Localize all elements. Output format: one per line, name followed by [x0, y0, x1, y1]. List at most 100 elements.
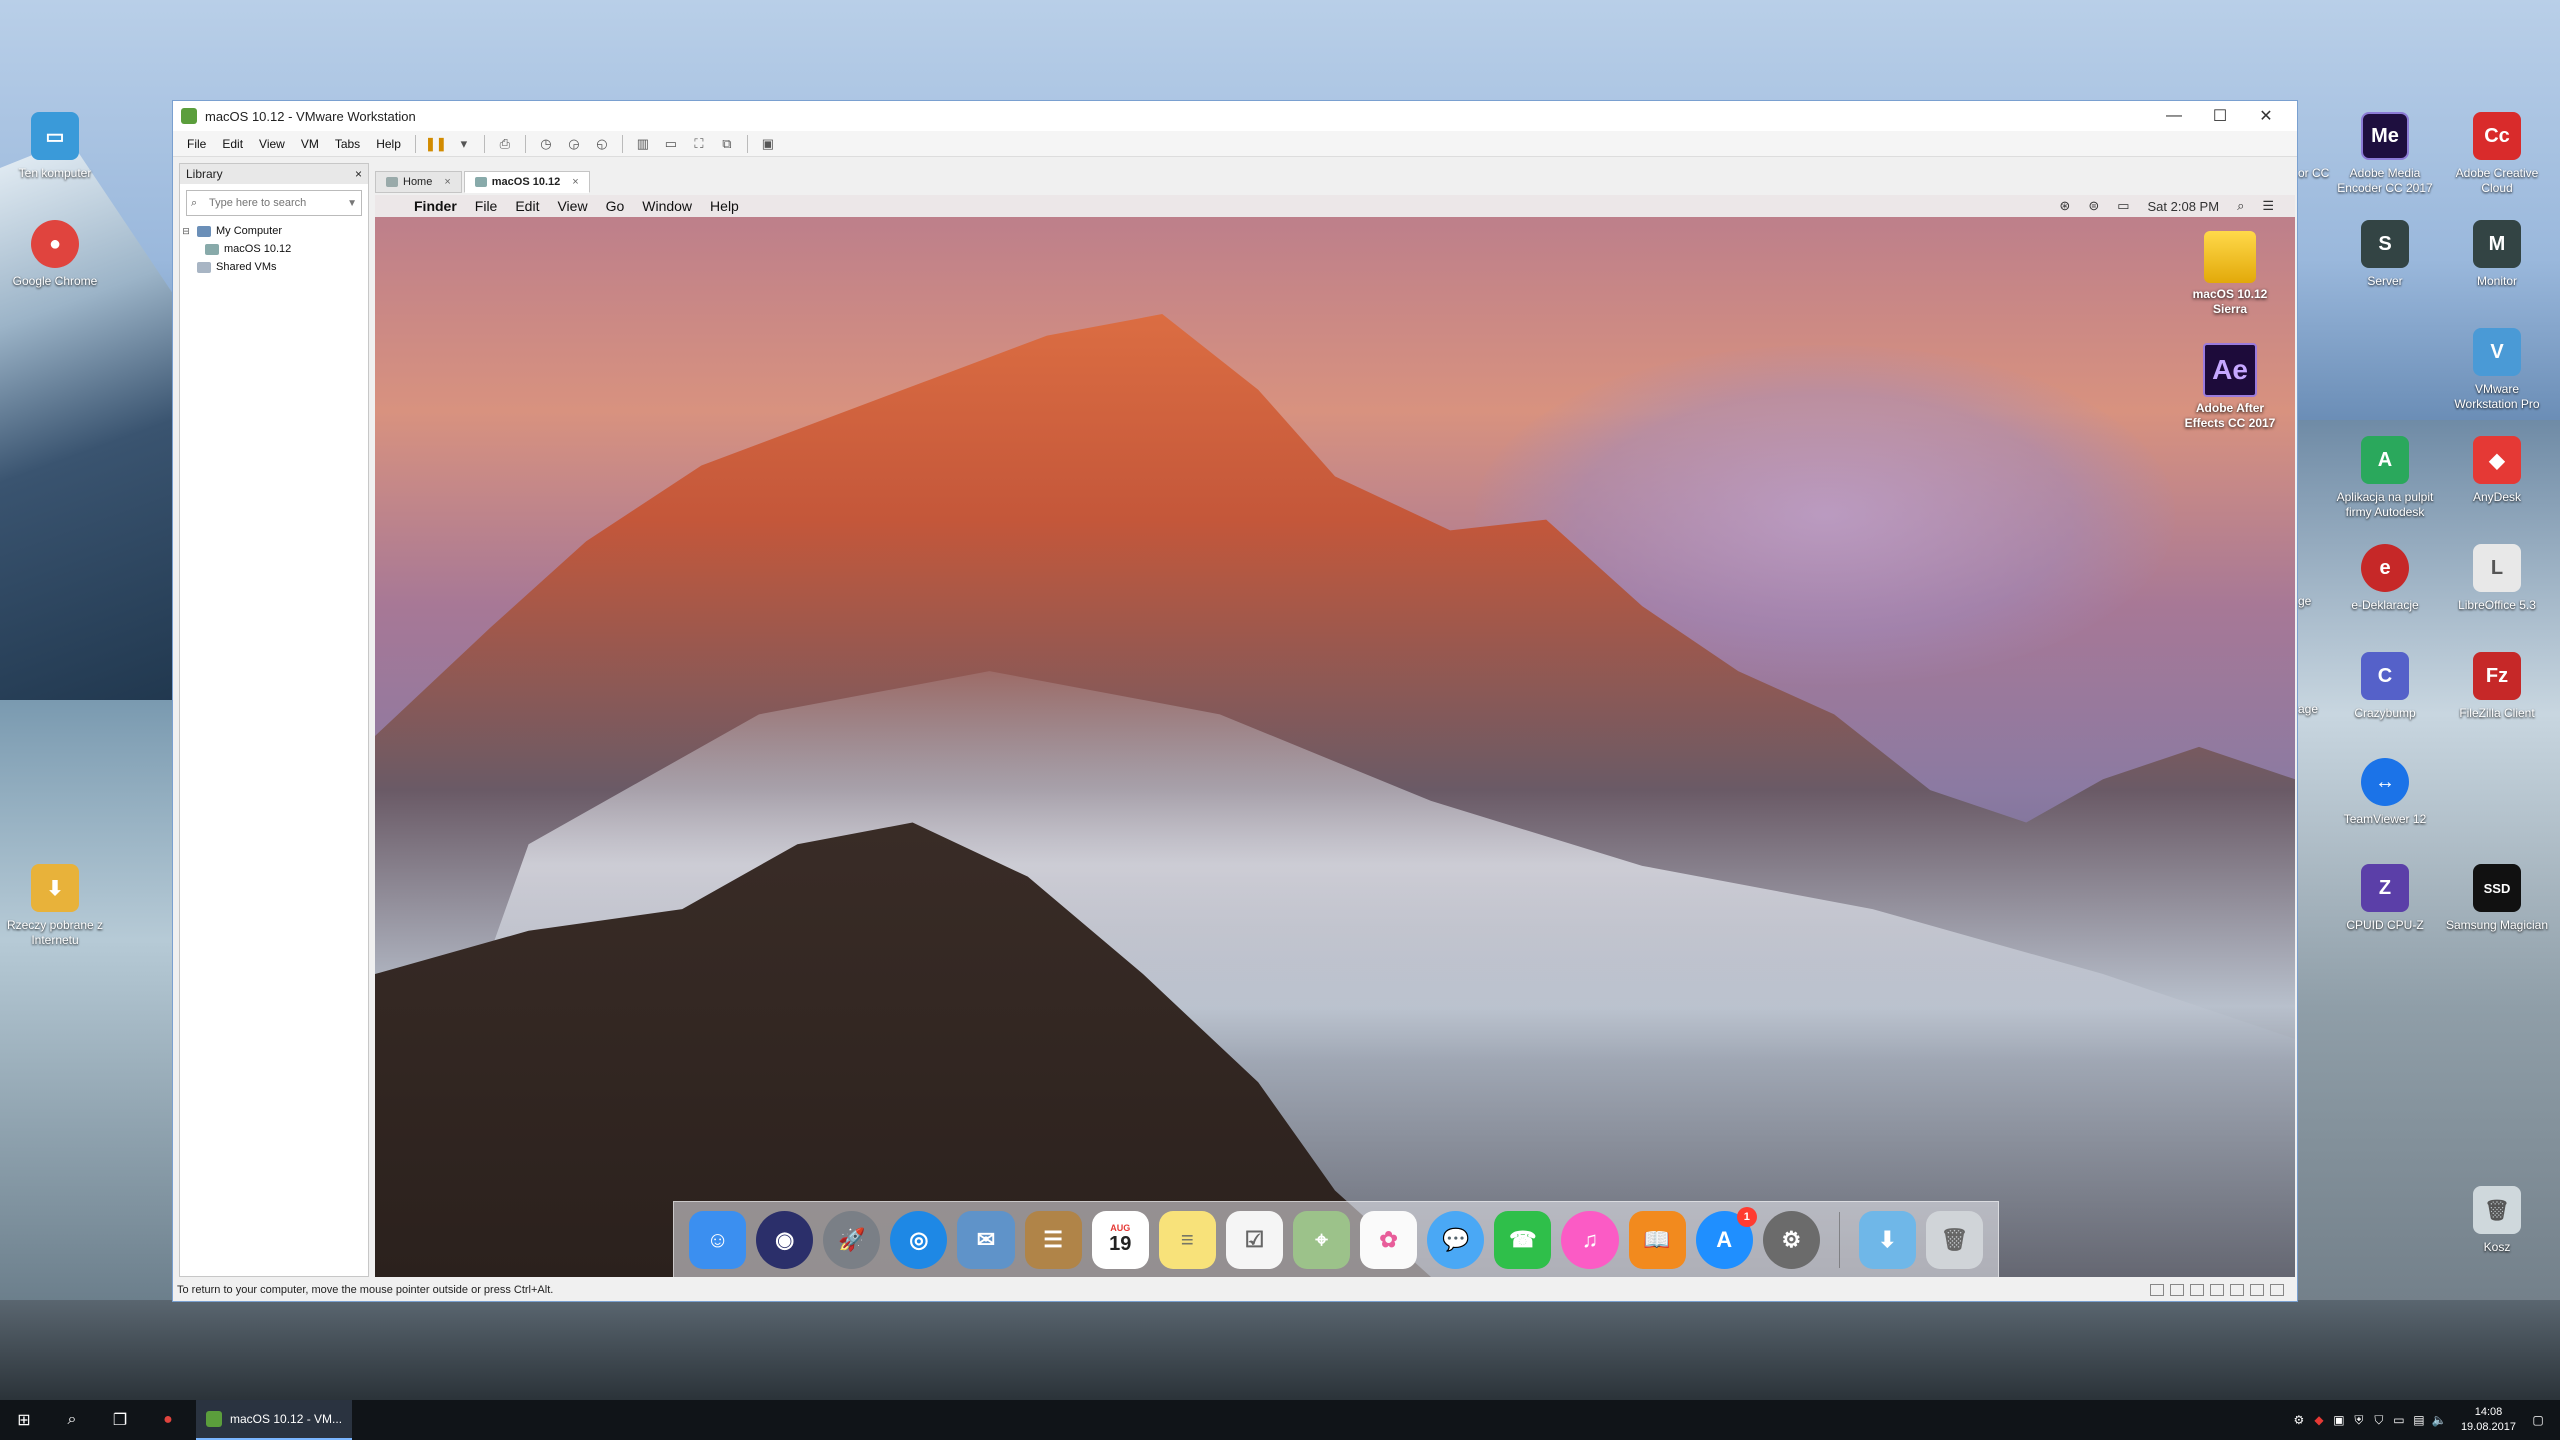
network-icon[interactable]: ▤: [2409, 1413, 2429, 1427]
desktop-icon-creative-cloud[interactable]: Cc Adobe Creative Cloud: [2442, 112, 2552, 196]
messages-icon[interactable]: 💬: [1427, 1210, 1485, 1269]
console-view-icon[interactable]: ▣: [757, 134, 779, 154]
windows-start-icon[interactable]: ⊞: [0, 1400, 48, 1440]
chrome-taskbar-icon[interactable]: ●: [144, 1400, 192, 1440]
notes-icon[interactable]: ≡: [1158, 1210, 1216, 1269]
library-search-input[interactable]: [209, 197, 329, 209]
mac-menu-help[interactable]: Help: [701, 198, 748, 214]
tree-item-shared-vms[interactable]: Shared VMs: [180, 258, 368, 276]
tab-home[interactable]: Home ×: [375, 171, 462, 193]
itunes-icon[interactable]: ♫: [1561, 1210, 1619, 1269]
downloads-stack-icon[interactable]: ⬇: [1858, 1210, 1916, 1269]
app-store-icon[interactable]: A 1: [1695, 1206, 1757, 1269]
tab-macos[interactable]: macOS 10.12 ×: [463, 171, 590, 193]
maximize-button[interactable]: ☐: [2197, 106, 2243, 126]
full-screen-icon[interactable]: ⛶: [688, 134, 710, 154]
photos-icon[interactable]: ✿: [1360, 1210, 1418, 1269]
finder-icon[interactable]: ☺: [689, 1210, 747, 1269]
desktop-icon-autodesk[interactable]: A Aplikacja na pulpit firmy Autodesk: [2330, 436, 2440, 520]
unity-icon[interactable]: ⧉: [716, 134, 738, 154]
trash-icon[interactable]: 🗑: [1925, 1210, 1984, 1269]
desktop-icon-e-deklaracje[interactable]: e e-Deklaracje: [2330, 544, 2440, 613]
safari-icon[interactable]: ◎: [890, 1210, 948, 1269]
desktop-icon-anydesk[interactable]: ◆ AnyDesk: [2442, 436, 2552, 505]
close-tab-icon[interactable]: ×: [572, 176, 578, 188]
airplay-icon[interactable]: ▭: [2108, 198, 2138, 214]
title-bar[interactable]: macOS 10.12 - VMware Workstation — ☐ ✕: [173, 101, 2297, 131]
mac-menu-finder[interactable]: Finder: [405, 198, 466, 214]
maps-icon[interactable]: ⌖: [1292, 1210, 1351, 1269]
usb-status-icon[interactable]: [2210, 1284, 2224, 1296]
desktop-icon-monitor[interactable]: M Monitor: [2442, 220, 2552, 289]
creative-cloud-menu-icon[interactable]: ⊛: [2050, 198, 2079, 214]
library-close-icon[interactable]: ×: [355, 167, 362, 181]
mac-menu-file[interactable]: File: [466, 198, 507, 214]
vmware-tools-icon[interactable]: ⊜: [2079, 198, 2108, 214]
tray-app-icon[interactable]: ⚙: [2289, 1413, 2309, 1427]
hard-disk-status-icon[interactable]: [2150, 1284, 2164, 1296]
mac-menu-go[interactable]: Go: [597, 198, 634, 214]
system-preferences-icon[interactable]: ⚙: [1762, 1210, 1820, 1269]
sound-status-icon[interactable]: [2230, 1284, 2244, 1296]
mail-icon[interactable]: ✉: [957, 1210, 1015, 1269]
tray-vmware-icon[interactable]: ▣: [2329, 1413, 2349, 1427]
siri-icon[interactable]: ◉: [756, 1210, 814, 1269]
tray-shield-icon[interactable]: ⛉: [2369, 1413, 2389, 1428]
minimize-button[interactable]: —: [2151, 107, 2197, 125]
desktop-icon-samsung-magician[interactable]: SSD Samsung Magician: [2442, 864, 2552, 933]
mac-desktop-icon-after-effects[interactable]: Ae Adobe After Effects CC 2017: [2175, 343, 2285, 431]
desktop-icon-libreoffice[interactable]: L LibreOffice 5.3: [2442, 544, 2552, 613]
menu-file[interactable]: File: [179, 137, 214, 151]
tray-security-icon[interactable]: ⛨: [2349, 1413, 2369, 1428]
tree-expander-icon[interactable]: ⊟: [180, 226, 192, 237]
network-status-icon[interactable]: [2190, 1284, 2204, 1296]
ibooks-icon[interactable]: 📖: [1628, 1210, 1686, 1269]
taskbar-vmware-app[interactable]: macOS 10.12 - VM...: [196, 1400, 353, 1440]
mac-desktop-icon-hdd[interactable]: macOS 10.12 Sierra: [2175, 231, 2285, 317]
mac-menu-edit[interactable]: Edit: [506, 198, 548, 214]
desktop-icon-chrome[interactable]: ● Google Chrome: [0, 220, 110, 289]
vm-console[interactable]: Finder File Edit View Go Window Help ⊛ ⊜…: [375, 195, 2295, 1277]
launchpad-icon[interactable]: 🚀: [823, 1210, 881, 1269]
desktop-icon-cpu-z[interactable]: Z CPUID CPU-Z: [2330, 864, 2440, 933]
mac-menu-window[interactable]: Window: [633, 198, 701, 214]
task-view-icon[interactable]: ❐: [96, 1400, 144, 1440]
tree-item-my-computer[interactable]: ⊟ My Computer: [180, 222, 368, 240]
search-icon[interactable]: ⌕: [48, 1400, 96, 1440]
desktop-icon-crazybump[interactable]: C Crazybump: [2330, 652, 2440, 721]
tree-item-macos[interactable]: macOS 10.12: [180, 240, 368, 258]
desktop-icon-server[interactable]: S Server: [2330, 220, 2440, 289]
send-keys-icon[interactable]: ⎙: [494, 134, 516, 154]
tray-anydesk-icon[interactable]: ◆: [2309, 1413, 2329, 1427]
desktop-icon-this-pc[interactable]: ▭ Ten komputer: [0, 112, 110, 181]
snapshot-icon[interactable]: ◷: [535, 134, 557, 154]
desktop-icon-vmware[interactable]: V VMware Workstation Pro: [2442, 328, 2552, 412]
display-status-icon[interactable]: [2250, 1284, 2264, 1296]
tray-app-icon[interactable]: ▭: [2389, 1413, 2409, 1427]
message-log-icon[interactable]: [2270, 1284, 2284, 1296]
chevron-down-icon[interactable]: ▼: [347, 198, 357, 209]
chevron-down-icon[interactable]: ▾: [453, 134, 475, 154]
spotlight-icon[interactable]: ⌕: [2228, 198, 2253, 214]
mac-clock[interactable]: Sat 2:08 PM: [2139, 199, 2229, 214]
desktop-icon-downloads[interactable]: ⬇ Rzeczy pobrane z Internetu: [0, 864, 110, 948]
contacts-icon[interactable]: ☰: [1024, 1210, 1082, 1269]
facetime-icon[interactable]: ☎: [1494, 1210, 1552, 1269]
close-tab-icon[interactable]: ×: [444, 176, 450, 188]
calendar-icon[interactable]: AUG 19: [1091, 1210, 1149, 1269]
cd-dvd-status-icon[interactable]: [2170, 1284, 2184, 1296]
menu-view[interactable]: View: [251, 137, 293, 151]
close-button[interactable]: ✕: [2243, 106, 2289, 126]
menu-help[interactable]: Help: [368, 137, 409, 151]
desktop-icon-recycle-bin[interactable]: 🗑 Kosz: [2442, 1186, 2552, 1255]
desktop-icon-teamviewer[interactable]: ↔ TeamViewer 12: [2330, 758, 2440, 827]
pause-icon[interactable]: ❚❚: [425, 134, 447, 154]
action-center-icon[interactable]: ▢: [2528, 1413, 2548, 1427]
menu-edit[interactable]: Edit: [214, 137, 251, 151]
reminders-icon[interactable]: ☑: [1225, 1210, 1283, 1269]
revert-snapshot-icon[interactable]: ◶: [563, 134, 585, 154]
menu-vm[interactable]: VM: [293, 137, 327, 151]
show-library-icon[interactable]: ▥: [632, 134, 654, 154]
mac-menu-view[interactable]: View: [548, 198, 596, 214]
desktop-icon-filezilla[interactable]: Fz FileZilla Client: [2442, 652, 2552, 721]
